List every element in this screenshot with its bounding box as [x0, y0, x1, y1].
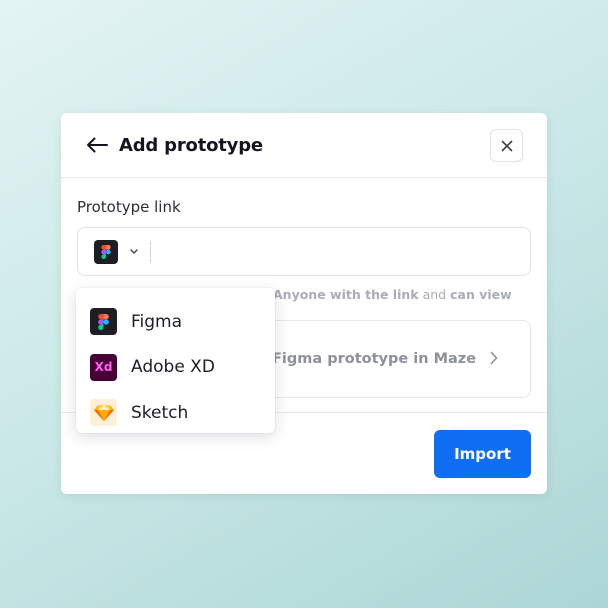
- link-permission-hint: Anyone with the link and can view: [273, 287, 512, 302]
- prototype-url-input[interactable]: [151, 228, 530, 275]
- dropdown-item-figma[interactable]: Figma: [76, 299, 275, 345]
- import-button[interactable]: Import: [434, 430, 531, 478]
- sketch-logo-icon: [90, 399, 117, 427]
- dropdown-item-adobe-xd[interactable]: Xd Adobe XD: [76, 345, 275, 391]
- prototype-link-field: [77, 227, 531, 276]
- dropdown-item-sketch[interactable]: Sketch: [76, 390, 275, 436]
- hint-anyone-with-link: Anyone with the link: [273, 287, 419, 302]
- back-button[interactable]: [85, 133, 109, 157]
- prototype-link-label: Prototype link: [77, 198, 181, 216]
- close-button[interactable]: [490, 129, 523, 162]
- hint-and: and: [422, 287, 447, 302]
- dropdown-item-label: Figma: [131, 311, 183, 332]
- figma-logo-icon: [90, 308, 117, 336]
- adobe-xd-logo-icon: Xd: [90, 353, 117, 381]
- dropdown-item-label: Sketch: [131, 402, 189, 423]
- chevron-right-icon: [490, 351, 498, 365]
- modal-header: Add prototype: [61, 113, 547, 178]
- modal-title: Add prototype: [119, 134, 263, 156]
- tool-select[interactable]: [94, 239, 138, 264]
- help-card-text: Figma prototype in Maze: [272, 351, 477, 367]
- arrow-left-icon: [87, 137, 108, 153]
- chevron-down-icon: [130, 249, 138, 254]
- figma-logo-icon: [94, 239, 118, 264]
- close-icon: [501, 140, 512, 151]
- tool-dropdown-menu: Figma Xd Adobe XD Sketch: [76, 288, 275, 433]
- dropdown-item-label: Adobe XD: [131, 357, 215, 378]
- hint-can-view: can view: [450, 287, 512, 302]
